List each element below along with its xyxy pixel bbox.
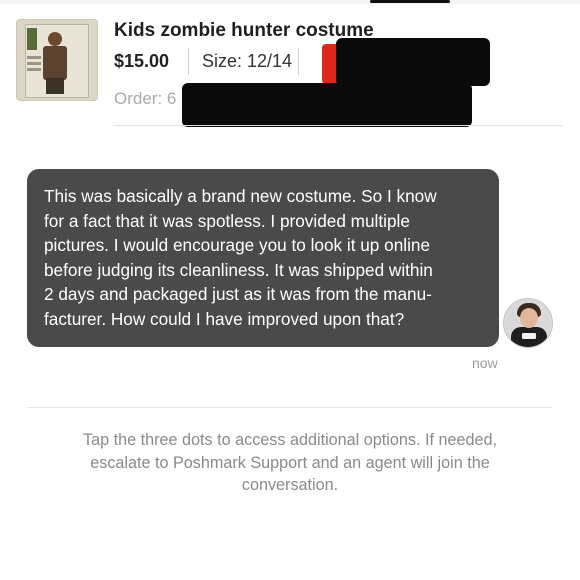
footer-divider (27, 407, 552, 408)
order-number: Order: 6 (114, 89, 177, 108)
listing-size: Size: 12/14 (202, 51, 293, 71)
message-line: pictures. I would encourage you to look … (44, 235, 431, 255)
listing-title[interactable]: Kids zombie hunter costume (114, 20, 374, 42)
header-divider (114, 125, 564, 126)
message-bubble[interactable]: This was basically a brand new costume. … (27, 169, 499, 347)
hint-line: escalate to Poshmark Support and an agen… (90, 453, 490, 472)
hint-line: conversation. (241, 476, 339, 494)
sender-avatar[interactable] (503, 298, 553, 348)
support-hint: Tap the three dots to access additional … (40, 429, 540, 497)
listing-header[interactable]: Kids zombie hunter costume $15.00 Size: … (0, 0, 580, 127)
redaction-mark (182, 83, 472, 127)
package-stripe (27, 56, 41, 59)
meta-divider (188, 48, 189, 75)
redaction-mark (336, 38, 490, 86)
meta-divider (298, 48, 299, 75)
message-line: facturer. How could I have improved upon… (44, 308, 405, 329)
message-line: before judging its cleanliness. It was s… (44, 259, 433, 280)
hint-line: Tap the three dots to access additional … (83, 431, 497, 449)
avatar-shirt-logo (522, 333, 536, 339)
package-stripe (27, 62, 41, 65)
message-line: for a fact that it was spotless. I provi… (44, 210, 410, 231)
message-timestamp: now (472, 355, 498, 371)
listing-price: $15.00 (114, 51, 170, 71)
message-line: This was basically a brand new costume. … (44, 186, 437, 206)
package-stripe (27, 68, 41, 71)
costume-figure-legs (46, 78, 64, 94)
package-label (27, 28, 37, 50)
message-line: 2 days and packaged just as it was from … (44, 284, 432, 304)
costume-figure-head (48, 32, 62, 46)
listing-thumbnail[interactable] (16, 19, 98, 101)
costume-figure-body (43, 46, 67, 80)
avatar-face (520, 308, 538, 328)
